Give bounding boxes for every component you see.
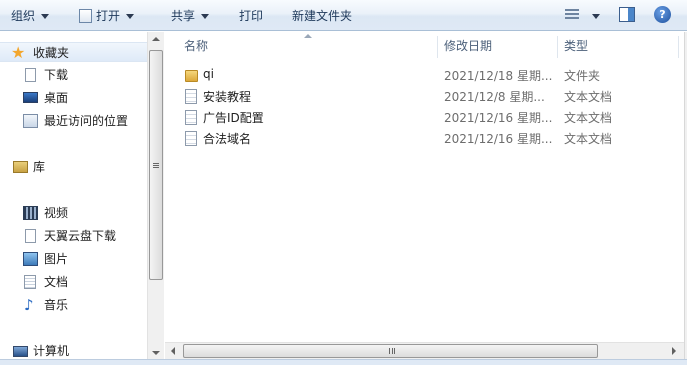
file-date: 2021/12/18 星期... <box>444 69 553 83</box>
file-type: 文本文档 <box>564 90 613 104</box>
file-date: 2021/12/16 星期... <box>444 111 553 125</box>
file-date: 2021/12/8 星期... <box>444 90 545 104</box>
share-button[interactable]: 共享 <box>171 6 210 26</box>
scroll-down-icon[interactable] <box>152 351 160 355</box>
chevron-down-icon <box>592 14 600 19</box>
downloads-icon <box>25 68 36 82</box>
nav-label-libraries: 库 <box>33 160 46 174</box>
chevron-down-icon <box>41 14 50 19</box>
text-file-icon <box>185 110 197 125</box>
chevron-down-icon <box>201 14 210 19</box>
scrollbar-thumb[interactable] <box>183 344 598 358</box>
column-divider[interactable] <box>437 36 438 58</box>
nav-item-favorites[interactable]: ★ 收藏夹 <box>0 42 147 62</box>
file-list: 名称 修改日期 类型 qi 2021/12/18 星期... 文件夹 安装教程 … <box>165 32 687 342</box>
column-divider[interactable] <box>557 36 558 58</box>
organize-label: 组织 <box>11 9 36 23</box>
column-header-type[interactable]: 类型 <box>564 34 588 58</box>
print-button[interactable]: 打印 <box>239 6 263 26</box>
file-row[interactable]: 合法域名 2021/12/16 星期... 文本文档 <box>165 128 687 149</box>
file-name: qi <box>203 67 214 81</box>
preview-pane-icon[interactable] <box>619 7 635 22</box>
text-file-icon <box>185 131 197 146</box>
scroll-left-icon[interactable] <box>171 347 175 355</box>
command-bar: 组织 打开 共享 打印 新建文件夹 ? <box>0 0 687 31</box>
cloud-folder-icon <box>25 229 36 243</box>
column-divider[interactable] <box>678 36 679 58</box>
file-row[interactable]: 安装教程 2021/12/8 星期... 文本文档 <box>165 86 687 107</box>
recent-places-icon <box>23 114 38 128</box>
file-type: 文本文档 <box>564 132 613 146</box>
scroll-up-icon[interactable] <box>152 37 160 41</box>
file-date: 2021/12/16 星期... <box>444 132 553 146</box>
print-label: 打印 <box>239 9 264 23</box>
nav-label-documents: 文档 <box>44 275 69 289</box>
sort-ascending-icon <box>304 34 312 38</box>
music-icon: ♪ <box>24 296 34 314</box>
open-label: 打开 <box>96 9 121 23</box>
view-options-icon[interactable] <box>565 9 579 21</box>
new-folder-button[interactable]: 新建文件夹 <box>292 6 352 26</box>
nav-label-computer: 计算机 <box>33 344 70 358</box>
text-file-icon <box>185 89 197 104</box>
file-name: 合法域名 <box>203 132 252 146</box>
file-row[interactable]: qi 2021/12/18 星期... 文件夹 <box>165 65 687 86</box>
nav-label-pictures: 图片 <box>44 252 69 266</box>
folder-icon <box>185 70 198 82</box>
desktop-icon <box>23 92 38 103</box>
navigation-pane: ★ 收藏夹 下载 桌面 最近访问的位置 库 视频 天翼云盘下载 图片 文档 ♪ … <box>0 32 147 362</box>
share-label: 共享 <box>171 9 196 23</box>
column-header-name[interactable]: 名称 <box>184 34 208 58</box>
nav-label-videos: 视频 <box>44 206 69 220</box>
column-header-date[interactable]: 修改日期 <box>444 34 492 58</box>
pictures-icon <box>23 252 38 266</box>
nav-label-downloads: 下载 <box>44 68 69 82</box>
new-folder-label: 新建文件夹 <box>292 9 353 23</box>
file-type: 文本文档 <box>564 111 613 125</box>
details-pane-edge <box>0 359 687 365</box>
file-type: 文件夹 <box>564 69 601 83</box>
computer-icon <box>13 346 28 357</box>
nav-label-tianyi: 天翼云盘下载 <box>44 229 117 243</box>
view-dropdown-button[interactable] <box>586 6 600 26</box>
grip-icon <box>389 348 395 354</box>
help-icon[interactable]: ? <box>654 6 671 23</box>
scrollbar-thumb[interactable] <box>149 50 163 280</box>
chevron-down-icon <box>126 14 135 19</box>
nav-scrollbar[interactable] <box>147 32 164 362</box>
nav-label-recent: 最近访问的位置 <box>44 114 129 128</box>
grip-icon <box>153 163 159 168</box>
open-button[interactable]: 打开 <box>79 6 135 26</box>
list-horizontal-scrollbar[interactable] <box>165 342 684 359</box>
nav-label-favorites: 收藏夹 <box>33 46 70 60</box>
file-row[interactable]: 广告ID配置 2021/12/16 星期... 文本文档 <box>165 107 687 128</box>
star-icon: ★ <box>11 43 26 62</box>
file-name: 安装教程 <box>203 90 252 104</box>
nav-label-music: 音乐 <box>44 298 69 312</box>
open-file-icon <box>79 8 92 23</box>
nav-label-desktop: 桌面 <box>44 91 69 105</box>
scroll-right-icon[interactable] <box>672 347 676 355</box>
video-icon <box>23 206 38 220</box>
organize-button[interactable]: 组织 <box>11 6 50 26</box>
file-name: 广告ID配置 <box>203 111 264 125</box>
documents-icon <box>24 275 36 289</box>
libraries-icon <box>13 161 28 173</box>
